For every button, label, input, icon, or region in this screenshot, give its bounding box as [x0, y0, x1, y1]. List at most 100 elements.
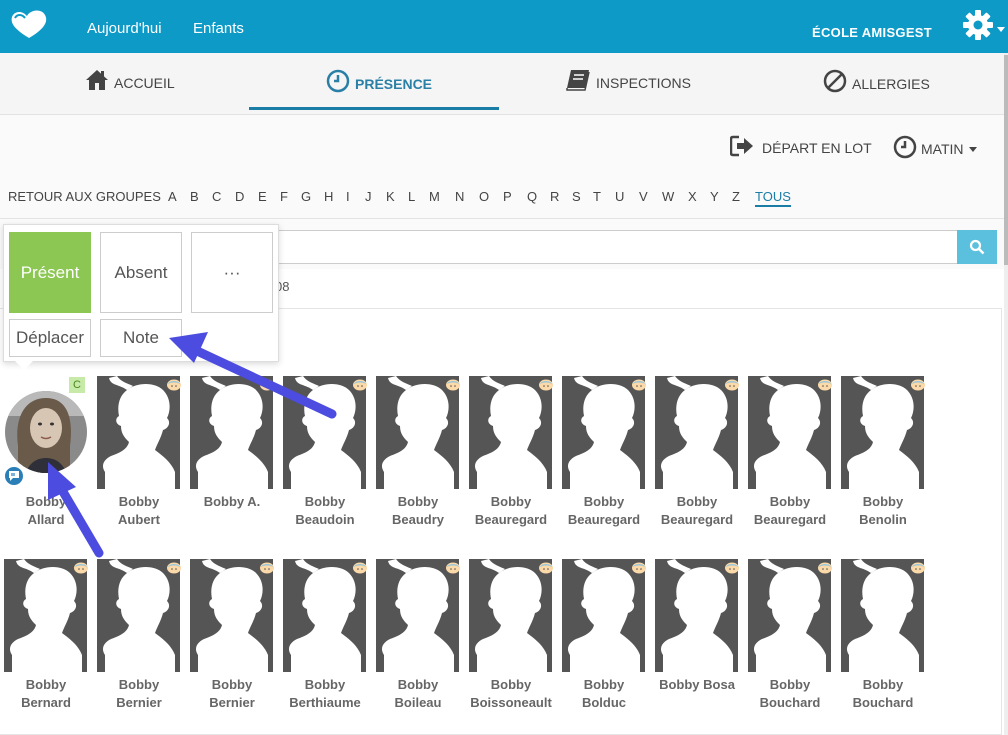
period-dropdown[interactable]: MATIN: [893, 135, 977, 159]
batch-departure-button[interactable]: DÉPART EN LOT: [730, 135, 872, 157]
letter-link[interactable]: T: [593, 189, 601, 204]
letter-link[interactable]: X: [688, 189, 697, 204]
child-name-line1: Bobby: [583, 494, 625, 509]
tab-presence[interactable]: PRÉSENCE: [326, 69, 432, 93]
child-name-line1: Bobby A.: [203, 494, 261, 509]
child-name-line1: Bobby: [490, 677, 532, 692]
tab-inspections[interactable]: INSPECTIONS: [565, 69, 691, 91]
child-name-line1: Bobby: [25, 677, 67, 692]
child-face-icon: [166, 378, 182, 391]
letter-link[interactable]: I: [346, 189, 350, 204]
child-avatar-placeholder[interactable]: [190, 559, 273, 672]
letter-link[interactable]: O: [479, 189, 489, 204]
letter-link[interactable]: P: [503, 189, 512, 204]
letter-link[interactable]: Y: [710, 189, 719, 204]
child-face-icon: [538, 378, 554, 391]
child-card[interactable]: Bobby Beaudry: [374, 376, 466, 536]
child-avatar-placeholder[interactable]: [4, 559, 87, 672]
letter-link[interactable]: Q: [527, 189, 537, 204]
child-card[interactable]: Bobby Boissoneault: [467, 559, 559, 719]
child-card[interactable]: Bobby Beauregard: [467, 376, 559, 536]
back-to-groups-link[interactable]: RETOUR AUX GROUPES: [8, 189, 161, 204]
more-options-button[interactable]: ···: [191, 232, 273, 313]
child-name: Bobby Bosa: [653, 676, 741, 694]
letter-link[interactable]: A: [168, 189, 177, 204]
child-avatar-placeholder[interactable]: [469, 376, 552, 489]
child-avatar-placeholder[interactable]: [841, 559, 924, 672]
child-avatar-placeholder[interactable]: [376, 376, 459, 489]
child-avatar-placeholder[interactable]: [562, 376, 645, 489]
child-avatar-placeholder[interactable]: [97, 559, 180, 672]
child-avatar-placeholder[interactable]: [748, 559, 831, 672]
letter-link[interactable]: U: [615, 189, 624, 204]
child-card[interactable]: Bobby Bouchard: [839, 559, 931, 719]
letter-link[interactable]: G: [301, 189, 311, 204]
child-card[interactable]: Bobby Beauregard: [560, 376, 652, 536]
search-input[interactable]: [270, 230, 958, 264]
child-card[interactable]: Bobby Beauregard: [746, 376, 838, 536]
child-avatar-placeholder[interactable]: [655, 559, 738, 672]
child-card[interactable]: Bobby Allard: [2, 376, 94, 536]
child-card[interactable]: Bobby A.: [188, 376, 280, 536]
move-button[interactable]: Déplacer: [9, 319, 91, 357]
note-badge[interactable]: [3, 465, 25, 487]
child-name-line1: Bobby: [118, 494, 160, 509]
child-avatar-placeholder[interactable]: [841, 376, 924, 489]
logo-heart-icon[interactable]: [8, 8, 50, 40]
child-avatar-placeholder[interactable]: [748, 376, 831, 489]
child-card[interactable]: Bobby Berthiaume: [281, 559, 373, 719]
letter-link[interactable]: J: [365, 189, 372, 204]
child-card[interactable]: Bobby Bernard: [2, 559, 94, 719]
scrollbar-thumb[interactable]: [1004, 55, 1008, 265]
child-card[interactable]: Bobby Beauregard: [653, 376, 745, 536]
child-card[interactable]: Bobby Bouchard: [746, 559, 838, 719]
child-card[interactable]: Bobby Beaudoin: [281, 376, 373, 536]
letter-link[interactable]: H: [324, 189, 333, 204]
nav-today[interactable]: Aujourd'hui: [87, 20, 162, 37]
letter-link[interactable]: N: [455, 189, 464, 204]
letter-link[interactable]: K: [386, 189, 395, 204]
letter-link[interactable]: W: [662, 189, 674, 204]
child-avatar-placeholder[interactable]: [97, 376, 180, 489]
child-card[interactable]: Bobby Boileau: [374, 559, 466, 719]
gear-dropdown-caret-icon[interactable]: [997, 27, 1005, 32]
child-avatar-placeholder[interactable]: [376, 559, 459, 672]
search-button[interactable]: [957, 230, 997, 264]
letter-link[interactable]: L: [408, 189, 415, 204]
note-button[interactable]: Note: [100, 319, 182, 357]
letter-link[interactable]: Z: [732, 189, 740, 204]
child-avatar-placeholder[interactable]: [283, 376, 366, 489]
child-avatar-placeholder[interactable]: [562, 559, 645, 672]
letter-link[interactable]: F: [280, 189, 288, 204]
letter-link[interactable]: B: [190, 189, 199, 204]
child-card[interactable]: Bobby Aubert: [95, 376, 187, 536]
child-card[interactable]: Bobby Bolduc: [560, 559, 652, 719]
nav-children[interactable]: Enfants: [193, 20, 244, 37]
filter-all-link[interactable]: TOUS: [755, 189, 791, 207]
letter-link[interactable]: S: [572, 189, 581, 204]
child-name: Bobby A.: [188, 493, 276, 511]
school-name[interactable]: ÉCOLE AMISGEST: [812, 25, 932, 40]
child-avatar-placeholder[interactable]: [655, 376, 738, 489]
letter-link[interactable]: V: [639, 189, 648, 204]
tab-accueil[interactable]: ACCUEIL: [85, 69, 175, 91]
letter-link[interactable]: D: [235, 189, 244, 204]
child-avatar-placeholder[interactable]: [190, 376, 273, 489]
child-card[interactable]: Bobby Bernier: [95, 559, 187, 719]
child-avatar-placeholder[interactable]: [283, 559, 366, 672]
child-card[interactable]: Bobby Bernier: [188, 559, 280, 719]
gear-icon[interactable]: [962, 9, 994, 41]
letter-link[interactable]: E: [258, 189, 267, 204]
letter-link[interactable]: C: [212, 189, 221, 204]
child-card[interactable]: Bobby Benolin: [839, 376, 931, 536]
letter-link[interactable]: R: [550, 189, 559, 204]
child-name-line2: Bernier: [209, 695, 255, 710]
child-name: Bobby Allard: [2, 493, 90, 529]
absent-button[interactable]: Absent: [100, 232, 182, 313]
letter-link[interactable]: M: [429, 189, 440, 204]
tab-allergies[interactable]: ALLERGIES: [823, 69, 930, 93]
child-name-line1: Bobby: [118, 677, 160, 692]
present-button[interactable]: Présent: [9, 232, 91, 313]
child-avatar-placeholder[interactable]: [469, 559, 552, 672]
child-card[interactable]: Bobby Bosa: [653, 559, 745, 719]
